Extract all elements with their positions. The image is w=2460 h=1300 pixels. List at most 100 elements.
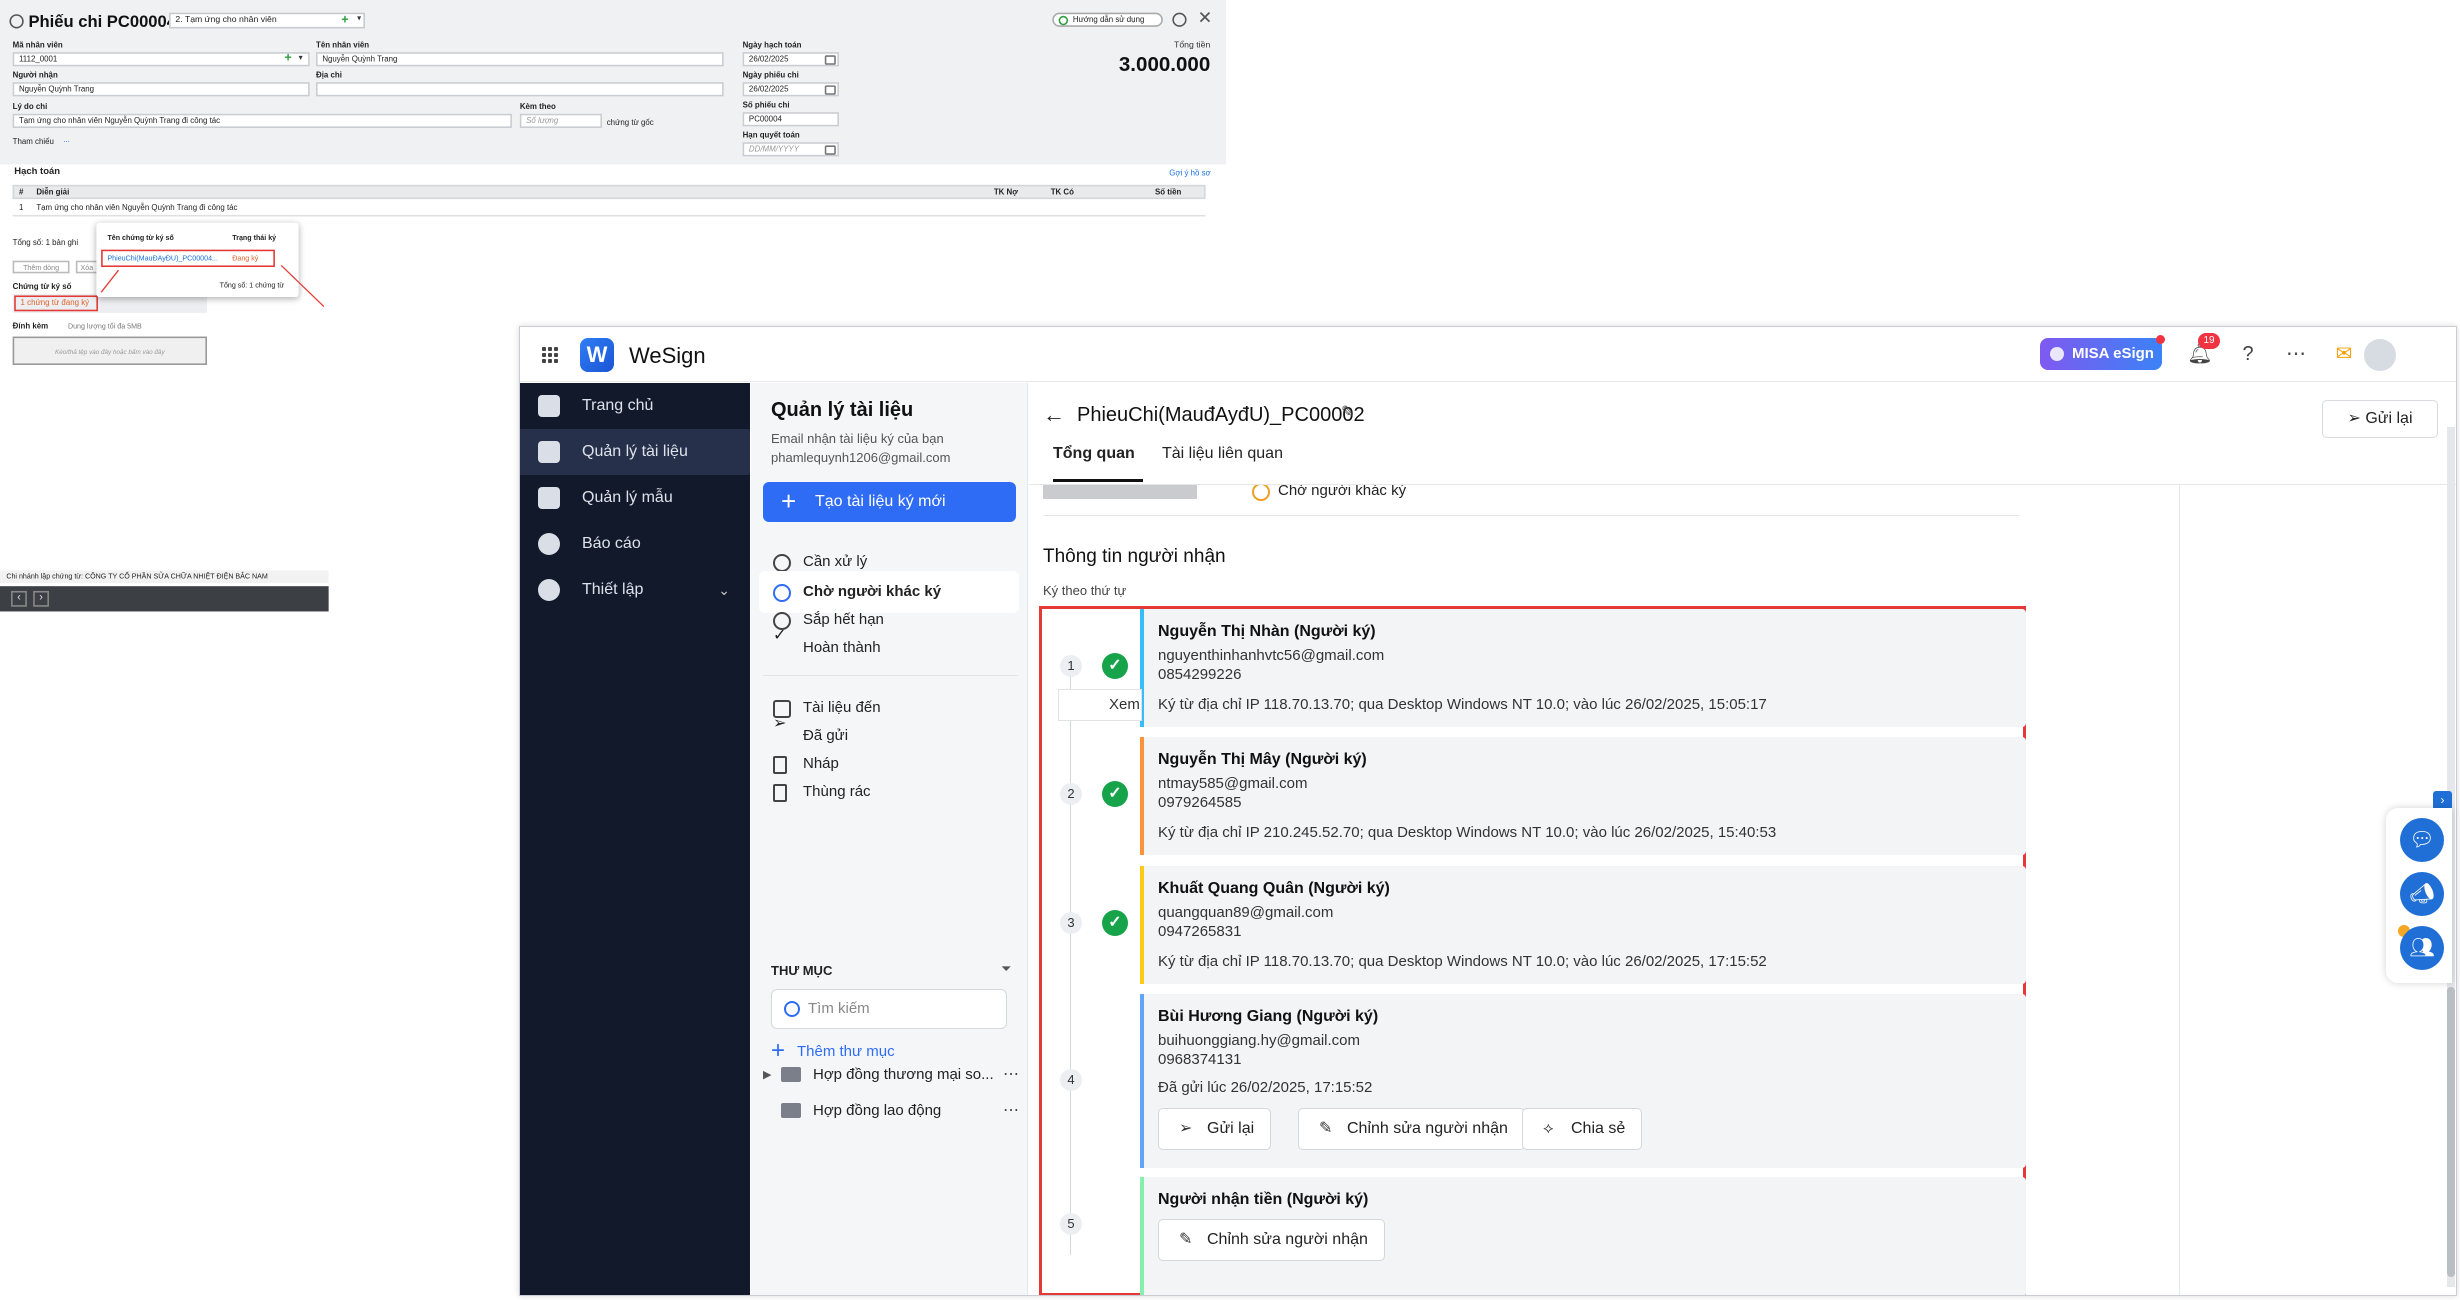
announcement-icon[interactable]: 📣︎ (2400, 872, 2444, 916)
next-icon[interactable]: › (33, 590, 49, 607)
overview-content: Chờ người khác ký Thông tin người nhận K… (1029, 485, 2179, 1295)
pencil-icon: ✎ (1179, 1231, 1193, 1248)
folder-search-input[interactable]: Tìm kiếm (771, 989, 1007, 1029)
recipient-card: Nguyễn Thị Mây (Người ký) ntmay585@gmail… (1140, 737, 2026, 855)
filter-label: Sắp hết hạn (803, 611, 884, 628)
sidebar-item-home[interactable]: Trang chủ (520, 383, 750, 429)
sidebar-item-settings[interactable]: Thiết lập ⌄ (520, 567, 750, 613)
template-icon (538, 487, 560, 509)
pencil-icon[interactable]: ✎ (1341, 402, 1354, 422)
recipient-card: Nguyễn Thị Nhàn (Người ký) nguyenthinhan… (1140, 609, 2026, 727)
document-icon (538, 441, 560, 463)
floating-tools: 💬︎ 📣︎ 👥︎ (2386, 808, 2452, 983)
view-tooltip[interactable]: Xem (1058, 689, 1142, 721)
misa-esign-button[interactable]: MISA eSign (2040, 338, 2162, 370)
sidebar-item-reports[interactable]: Báo cáo (520, 521, 750, 567)
more-icon[interactable]: ⋯ (1003, 1060, 1019, 1090)
avatar[interactable] (2364, 339, 2396, 371)
resend-recipient-button[interactable]: ➢ Gửi lại (1158, 1108, 1272, 1150)
panel-title: Quản lý tài liệu (771, 399, 914, 421)
status-badge: Chờ người khác ký (1252, 485, 1406, 501)
tab-overview[interactable]: Tổng quan (1053, 445, 1135, 463)
recipient-phone: 0968374131 (1158, 1051, 1242, 1068)
box-label: Tài liệu đến (803, 699, 881, 716)
pie-chart-icon (538, 533, 560, 555)
tab-related-docs[interactable]: Tài liệu liên quan (1162, 445, 1283, 463)
folders-header: THƯ MỤC (771, 963, 833, 978)
folder-label: Hợp đồng thương mại so... (813, 1066, 994, 1083)
card-accent (1140, 737, 1144, 855)
recipient-name: Người nhận tiền (Người ký) (1158, 1191, 1369, 1208)
panel-subtitle: Email nhận tài liệu ký của bạn phamlequy… (771, 429, 1011, 467)
recipient-phone: 0979264585 (1158, 794, 1242, 811)
folder-item[interactable]: ▶ Hợp đồng thương mại so... ⋯ (763, 1060, 1023, 1090)
pencil-icon: ✎ (1319, 1120, 1333, 1137)
notification-dot (2156, 335, 2165, 344)
email-caption: Email nhận tài liệu ký của bạn (771, 431, 944, 446)
prev-icon[interactable]: ‹ (11, 590, 27, 607)
recipients-title: Thông tin người nhận (1043, 546, 1226, 567)
help-icon[interactable]: ? (2234, 340, 2262, 368)
button-label: Chỉnh sửa người nhận (1347, 1120, 1508, 1137)
sign-detail: Ký từ địa chỉ IP 118.70.13.70; qua Deskt… (1158, 953, 1767, 970)
sign-detail: Ký từ địa chỉ IP 118.70.13.70; qua Deskt… (1158, 696, 1767, 713)
sidebar-item-label: Quản lý tài liệu (582, 443, 688, 460)
main-sidebar: Trang chủ Quản lý tài liệu Quản lý mẫu B… (520, 383, 750, 1295)
branch-info: Chi nhánh lập chứng từ: CÔNG TY CỔ PHẦN … (0, 570, 329, 584)
recipient-email: quangquan89@gmail.com (1158, 904, 1334, 921)
folder-icon (781, 1103, 801, 1118)
chat-support-icon[interactable]: 💬︎ (2400, 818, 2444, 862)
community-icon[interactable]: 👥︎ (2400, 926, 2444, 970)
share-button[interactable]: ⟡ Chia sẻ (1522, 1108, 1643, 1150)
recipient-phone: 0854299226 (1158, 666, 1242, 683)
document-detail: ← PhieuChi(MauđAyđU)_PC00002 ✎ ➢ Gửi lại… (1029, 383, 2457, 1295)
divider (1043, 515, 2019, 516)
signed-check-icon: ✓ (1102, 910, 1128, 936)
step-number: 1 (1060, 655, 1082, 677)
app-name: WeSign (629, 343, 706, 368)
add-folder-button[interactable]: Thêm thư mục (771, 1037, 895, 1065)
filter-completed[interactable]: ✓ Hoàn thành (759, 627, 1019, 669)
apps-grid-icon[interactable] (542, 347, 558, 363)
create-document-button[interactable]: Tạo tài liệu ký mới (763, 482, 1016, 522)
box-label: Nháp (803, 755, 839, 772)
timeline-line (1070, 659, 1071, 1255)
status-bar-placeholder (1043, 485, 1197, 499)
scrollbar-thumb[interactable] (2447, 987, 2455, 1277)
signed-check-icon: ✓ (1102, 653, 1128, 679)
expand-icon[interactable]: ▶ (763, 1060, 771, 1090)
edit-recipient-button[interactable]: ✎ Chỉnh sửa người nhận (1158, 1219, 1385, 1261)
sign-detail: Ký từ địa chỉ IP 210.245.52.70; qua Desk… (1158, 824, 1777, 841)
recipient-card: Bùi Hương Giang (Người ký) buihuonggiang… (1140, 994, 2026, 1168)
sidebar-item-templates[interactable]: Quản lý mẫu (520, 475, 750, 521)
resend-button[interactable]: ➢ Gửi lại (2322, 400, 2438, 438)
recipient-email: nguyenthinhanhvtc56@gmail.com (1158, 647, 1385, 664)
gift-icon[interactable]: ✉ (2330, 340, 2358, 368)
send-icon: ➢ (1179, 1120, 1193, 1137)
filter-icon[interactable]: ⏷ (1001, 961, 1011, 977)
step-number: 3 (1060, 912, 1082, 934)
button-label: Chia sẻ (1571, 1120, 1626, 1137)
active-tab-indicator (1053, 479, 1143, 482)
recipient-card: Người nhận tiền (Người ký) ✎ Chỉnh sửa ng… (1140, 1177, 2026, 1295)
recipient-phone: 0947265831 (1158, 923, 1242, 940)
bell-badge: 19 (2198, 333, 2220, 349)
sent-detail: Đã gửi lúc 26/02/2025, 17:15:52 (1158, 1079, 1373, 1096)
sidebar-item-label: Quản lý mẫu (582, 489, 673, 506)
divider (2179, 485, 2180, 1295)
document-title: PhieuChi(MauđAyđU)_PC00002 (1077, 404, 1365, 426)
recipient-name: Khuất Quang Quân (Người ký) (1158, 880, 1390, 897)
chevron-down-icon: ⌄ (718, 582, 730, 598)
back-arrow-icon[interactable]: ← (1043, 402, 1065, 428)
more-icon[interactable]: ⋯ (1003, 1096, 1019, 1126)
more-icon[interactable]: ⋯ (2456, 399, 2457, 425)
folder-item[interactable]: Hợp đồng lao động ⋯ (763, 1096, 1023, 1126)
sidebar-item-documents[interactable]: Quản lý tài liệu (520, 429, 750, 475)
edit-recipient-button[interactable]: ✎ Chỉnh sửa người nhận (1298, 1108, 1525, 1150)
user-email: phamlequynh1206@gmail.com (771, 450, 951, 465)
box-trash[interactable]: Thùng rác (759, 771, 1019, 813)
recipient-email: ntmay585@gmail.com (1158, 775, 1308, 792)
box-label: Thùng rác (803, 783, 871, 800)
chat-icon[interactable]: ⋯ (2282, 340, 2310, 368)
divider (763, 675, 1018, 676)
